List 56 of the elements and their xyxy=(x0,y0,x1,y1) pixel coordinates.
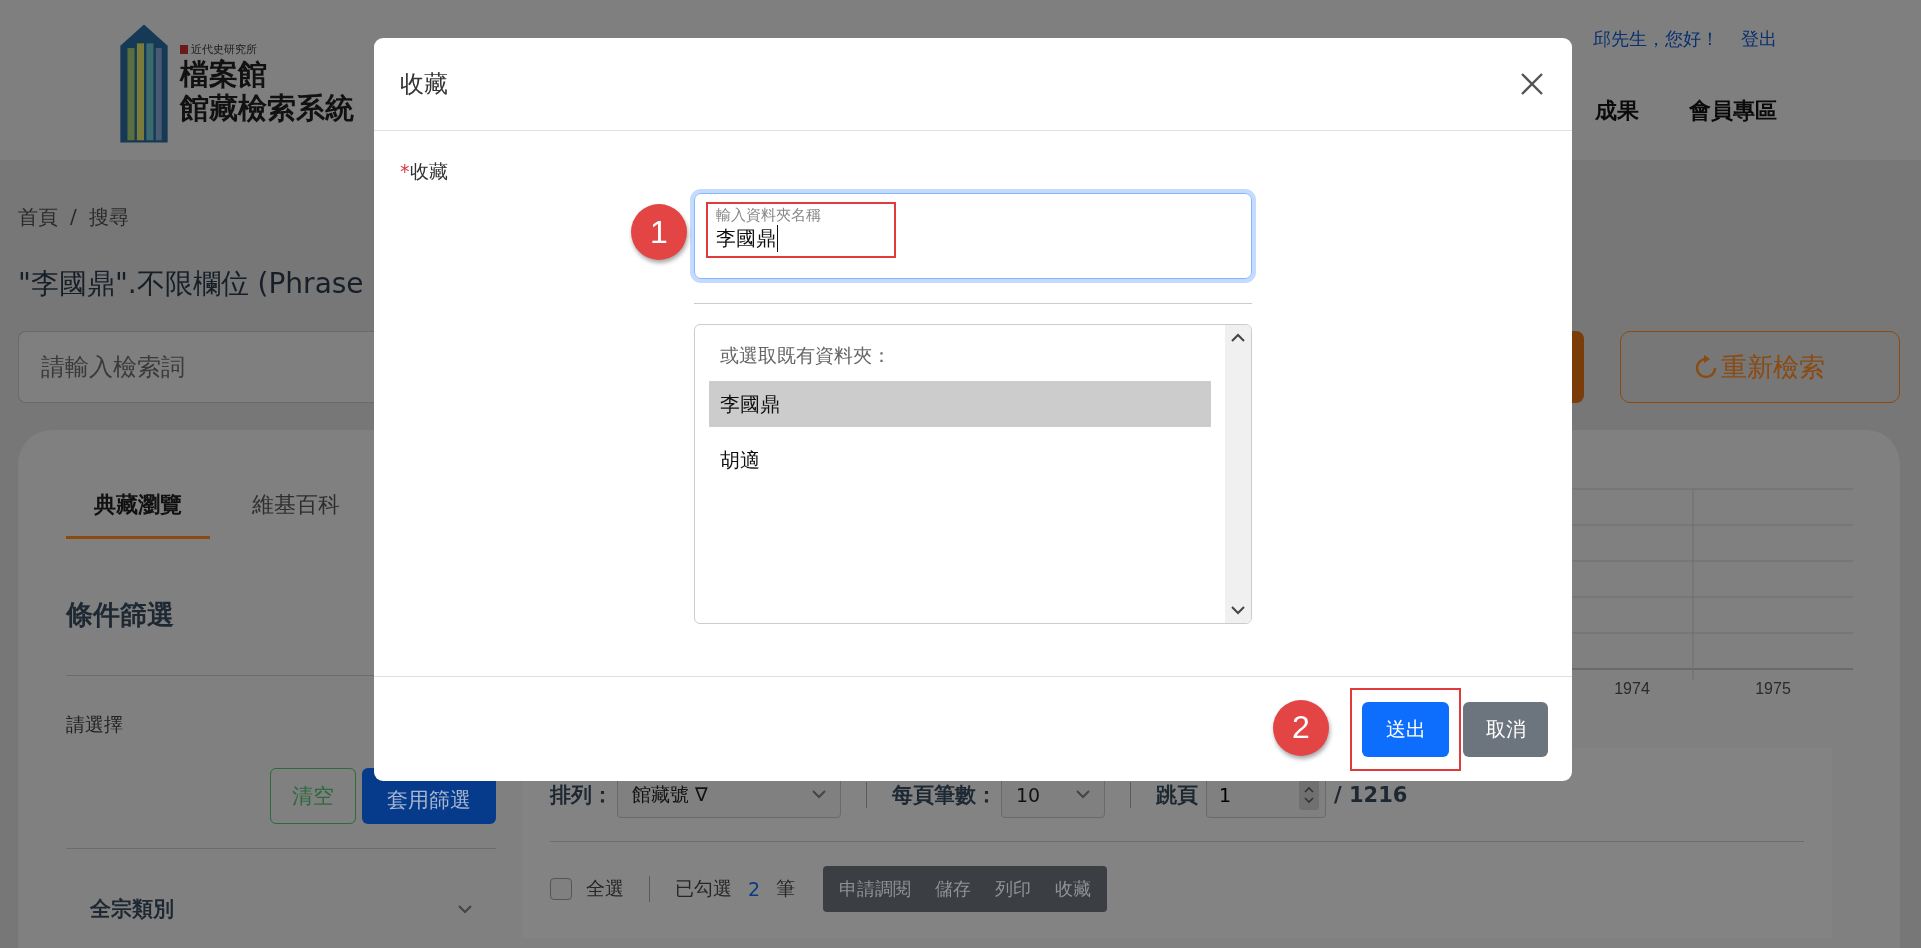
tab[interactable]: 典藏瀏覽 xyxy=(66,490,210,539)
step-marker: 1 xyxy=(631,204,687,260)
selected-count: 2 xyxy=(748,877,761,900)
breadcrumb-separator: / xyxy=(70,204,77,230)
step-marker: 2 xyxy=(1273,699,1329,756)
action-button[interactable]: 申請調閱 xyxy=(827,876,924,901)
filter-heading: 條件篩選 xyxy=(66,598,175,632)
dialog-title: 收藏 xyxy=(400,69,448,100)
folder-option[interactable]: 李國鼎 xyxy=(709,381,1211,427)
field-label: *收藏 xyxy=(400,159,449,184)
nav-item[interactable]: 成果 xyxy=(1595,96,1639,126)
action-button[interactable]: 儲存 xyxy=(923,876,984,901)
selected-label: 已勾選 xyxy=(675,875,732,901)
chevron-icon xyxy=(458,904,472,914)
scroll-down-icon xyxy=(1231,606,1245,615)
nav-item[interactable]: 會員專區 xyxy=(1689,96,1777,126)
cancel-button[interactable]: 取消 xyxy=(1463,701,1548,757)
logo-title: 檔案館 xyxy=(180,58,268,91)
breadcrumb-link[interactable]: 搜尋 xyxy=(88,204,129,231)
axis-label: 1975 xyxy=(1754,680,1792,698)
spinner-icon xyxy=(1299,779,1319,810)
section-label: 全宗類別 xyxy=(90,896,174,923)
query-title: "李國鼎".不限欄位 (Phrase xyxy=(18,266,365,302)
per-page-label: 每頁筆數： xyxy=(892,781,997,809)
tab[interactable]: 維基百科 xyxy=(224,490,368,539)
scrollbar[interactable] xyxy=(1225,325,1251,623)
chevron-icon xyxy=(812,790,826,799)
filter-section[interactable]: 全宗類別 xyxy=(66,849,496,923)
folder-option[interactable]: 胡適 xyxy=(709,437,1211,483)
list-hint: 或選取既有資料夾： xyxy=(719,343,892,368)
select-all-label: 全選 xyxy=(586,875,624,901)
selected-unit: 筆 xyxy=(776,875,796,901)
search-button[interactable] xyxy=(1572,331,1584,403)
seal-icon xyxy=(180,44,188,54)
select-all-checkbox[interactable] xyxy=(550,877,572,900)
close-icon xyxy=(1520,72,1544,96)
logout-link[interactable]: 登出 xyxy=(1741,27,1777,51)
jump-page-label: 跳頁 xyxy=(1156,781,1198,809)
action-button[interactable]: 列印 xyxy=(983,876,1044,901)
search-field[interactable]: 請輸入檢索詞 xyxy=(18,331,374,403)
filter-prompt: 請選擇 xyxy=(66,712,124,737)
floating-label: 輸入資料夾名稱 xyxy=(716,206,822,225)
institute-name: 近代史研究所 xyxy=(180,41,354,57)
axis-label: 1974 xyxy=(1613,680,1651,698)
logo-subtitle: 館藏檢索系統 xyxy=(180,92,354,125)
refresh-icon xyxy=(1695,355,1717,379)
submit-button[interactable]: 送出 xyxy=(1362,701,1449,757)
chevron-icon xyxy=(1076,790,1090,799)
page-number: 1 xyxy=(1219,783,1232,806)
user-greeting[interactable]: 邱先生，您好！ xyxy=(1593,27,1719,51)
total-pages: / 1216 xyxy=(1334,782,1408,807)
sort-label: 排列： xyxy=(550,781,613,809)
breadcrumb-link[interactable]: 首頁 xyxy=(18,204,58,231)
action-button[interactable]: 收藏 xyxy=(1043,876,1104,901)
field-value: 李國鼎 xyxy=(716,225,778,252)
scroll-up-icon xyxy=(1231,333,1245,342)
